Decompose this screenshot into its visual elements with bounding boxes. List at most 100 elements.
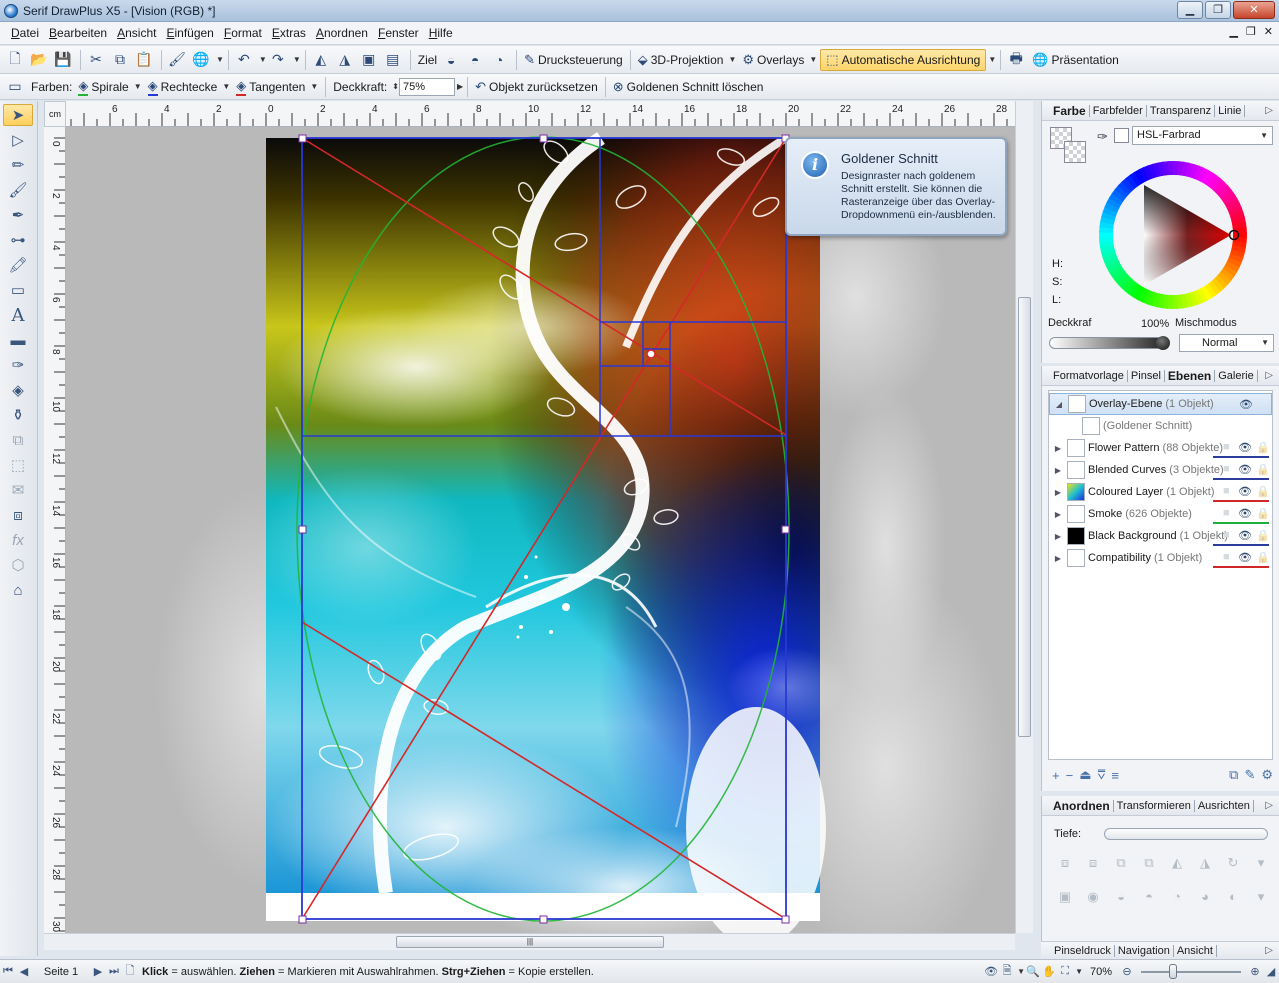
tangents-color-button[interactable]: ◈ Tangenten ▼	[233, 78, 321, 96]
last-page-icon[interactable]: ⏭	[106, 965, 122, 978]
edit-layer-icon[interactable]: ✎	[1244, 767, 1255, 783]
visibility-eye-icon[interactable]: 👁	[1238, 551, 1252, 564]
opacity-slider[interactable]	[1049, 336, 1170, 350]
flip-vertical-icon[interactable]: ◮	[334, 49, 356, 71]
shape-subtract-icon[interactable]: ◓	[464, 49, 486, 71]
zoom-fit-icon[interactable]: ⛶	[1057, 965, 1073, 978]
horizontal-scrollbar[interactable]: |||	[44, 933, 1015, 950]
expand-arrow-icon[interactable]: ▶	[1052, 466, 1064, 475]
overlays-button[interactable]: ⚙ Overlays ▼	[739, 52, 820, 68]
combine-icon[interactable]: ◉	[1082, 886, 1104, 908]
chevron-down-icon[interactable]: ▼	[1075, 967, 1083, 976]
chevron-down-icon[interactable]: ▾	[1250, 852, 1272, 874]
chevron-down-icon[interactable]: ▼	[216, 55, 224, 64]
lock-icon[interactable]: 🔒	[1256, 441, 1270, 454]
pen-tool-icon[interactable]: ✒	[3, 204, 33, 226]
horizontal-scroll-thumb[interactable]: |||	[396, 936, 664, 948]
expand-arrow-icon[interactable]: ▶	[1052, 444, 1064, 453]
expand-arrow-icon[interactable]: ▶	[1052, 532, 1064, 541]
lock-icon[interactable]: 🔒	[1256, 507, 1270, 520]
layer-row[interactable]: ▶ Smoke (626 Objekte) 👁 ■ 🔒	[1049, 503, 1272, 525]
transparency-tool-icon[interactable]: ⚱	[3, 404, 33, 426]
opacity-input[interactable]: 75%	[398, 77, 455, 96]
visibility-eye-icon[interactable]: 👁	[1238, 529, 1252, 542]
tab-farbfelder[interactable]: Farbfelder	[1090, 104, 1147, 117]
tab-farbe[interactable]: Farbe	[1050, 104, 1090, 117]
fill-tool-icon[interactable]: ◈	[3, 379, 33, 401]
forward-one-icon[interactable]: ⧉	[1110, 852, 1132, 874]
drawing-canvas[interactable]	[66, 127, 1015, 933]
layer-row[interactable]: ◢ Overlay-Ebene (1 Objekt) 👁	[1049, 393, 1272, 415]
tab-transformieren[interactable]: Transformieren	[1114, 799, 1195, 812]
visibility-eye-icon[interactable]: 👁	[1238, 507, 1252, 520]
color-model-select[interactable]: HSL-Farbrad ▼	[1132, 126, 1273, 145]
3d-projection-button[interactable]: ⬙ 3D-Projektion ▼	[635, 52, 740, 68]
layer-row[interactable]: ▶ Flower Pattern (88 Objekte) 👁 ■ 🔒	[1049, 437, 1272, 459]
copy-icon[interactable]: ⧉	[109, 49, 131, 71]
presentation-button[interactable]: 🌐 Präsentation	[1029, 52, 1122, 68]
menu-anordnen[interactable]: Anordnen	[311, 26, 373, 40]
page-manager-icon[interactable]: 🗋	[122, 962, 138, 981]
ungroup-icon[interactable]: ▤	[382, 49, 404, 71]
chevron-down-icon[interactable]: ▾	[1250, 886, 1272, 908]
exclude-shape-icon[interactable]: ◕	[1194, 886, 1216, 908]
expand-arrow-icon[interactable]: ▶	[1052, 488, 1064, 497]
zoom-slider-knob[interactable]	[1169, 963, 1177, 979]
brush-tool-icon[interactable]: 🖌	[3, 179, 33, 201]
doc-restore-icon[interactable]: ❐	[1246, 25, 1256, 38]
spin-arrows-icon[interactable]: ⬍	[392, 82, 399, 91]
rotate-icon[interactable]: ↻	[1222, 852, 1244, 874]
auto-align-button[interactable]: ⬚ Automatische Ausrichtung	[820, 48, 987, 71]
shape-crop-icon[interactable]: ⬚	[3, 454, 33, 476]
panel-menu-arrow-icon[interactable]: ▷	[1265, 105, 1273, 116]
tab-galerie[interactable]: Galerie	[1215, 369, 1258, 382]
menu-einfuegen[interactable]: Einfügen	[161, 26, 218, 40]
opacity-slider-knob[interactable]	[1156, 336, 1170, 350]
flip-horizontal-icon[interactable]: ◭	[310, 49, 332, 71]
chevron-down-icon[interactable]: ▼	[293, 55, 301, 64]
layer-row[interactable]: ▶ Black Background (1 Objekt) 👁 ■ 🔒	[1049, 525, 1272, 547]
layer-print-icon[interactable]: ■	[1223, 441, 1230, 453]
panel-menu-arrow-icon[interactable]: ▷	[1265, 945, 1273, 956]
redo-icon[interactable]: ↷	[267, 49, 289, 71]
format-painter-icon[interactable]: 🖌	[166, 49, 188, 71]
fill-line-swatches[interactable]	[1050, 127, 1086, 163]
visibility-eye-icon[interactable]: 👁	[1238, 485, 1252, 498]
layer-settings-icon[interactable]: ⚙	[1261, 767, 1273, 783]
text-tool-icon[interactable]: A	[3, 304, 33, 326]
expand-arrow-icon[interactable]: ◢	[1053, 400, 1065, 409]
tab-formatvorlage[interactable]: Formatvorlage	[1050, 369, 1128, 382]
layer-row[interactable]: ▶ Blended Curves (3 Objekte) 👁 ■ 🔒	[1049, 459, 1272, 481]
visibility-eye-icon[interactable]: 👁	[1238, 441, 1252, 454]
pencil-tool-icon[interactable]: ✏	[3, 154, 33, 176]
effects-fx-icon[interactable]: fx	[3, 529, 33, 551]
vertical-scroll-thumb[interactable]	[1018, 297, 1031, 737]
menu-ansicht[interactable]: Ansicht	[112, 26, 161, 40]
tab-transparenz[interactable]: Transparenz	[1147, 104, 1216, 117]
zoom-slider[interactable]	[1141, 963, 1241, 979]
flip-v-icon[interactable]: ◮	[1194, 852, 1216, 874]
lock-icon[interactable]: 🔒	[1256, 551, 1270, 564]
rectangles-color-button[interactable]: ◈ Rechtecke ▼	[145, 78, 234, 96]
close-button[interactable]: ✕	[1233, 1, 1275, 19]
bring-to-front-icon[interactable]: ⧈	[1054, 852, 1076, 874]
layer-row[interactable]: ▶ Coloured Layer (1 Objekt) 👁 ■ 🔒	[1049, 481, 1272, 503]
horizontal-ruler[interactable]: 6 4 2 0 2 4 6 8 10 12 14 16 18 20 22 24 26 28	[66, 101, 1015, 127]
vertical-ruler[interactable]: 0 2 4 6 8 10 12 14 16 18 20 22 24 26 28 30	[44, 127, 66, 933]
menu-extras[interactable]: Extras	[267, 26, 311, 40]
spiral-color-button[interactable]: ◈ Spirale ▼	[75, 78, 144, 96]
first-page-icon[interactable]: ⏮	[0, 965, 16, 978]
hsl-color-wheel[interactable]	[1097, 159, 1249, 311]
tab-pinsel[interactable]: Pinsel	[1128, 369, 1165, 382]
intersect-shape-icon[interactable]: ◔	[1166, 886, 1188, 908]
depth-slider[interactable]	[1104, 828, 1268, 840]
lock-icon[interactable]: 🔒	[1256, 463, 1270, 476]
doc-minimize-icon[interactable]: ▁	[1229, 25, 1237, 38]
menu-datei[interactable]: Datei	[6, 26, 44, 40]
flip-h-icon[interactable]: ◭	[1166, 852, 1188, 874]
line-swatch[interactable]	[1064, 141, 1086, 163]
expand-arrow-icon[interactable]: ▶	[1052, 554, 1064, 563]
layer-print-icon[interactable]: ■	[1223, 551, 1230, 563]
layer-print-icon[interactable]: ■	[1223, 463, 1230, 475]
zoom-out-icon[interactable]: ⊖	[1119, 965, 1135, 978]
